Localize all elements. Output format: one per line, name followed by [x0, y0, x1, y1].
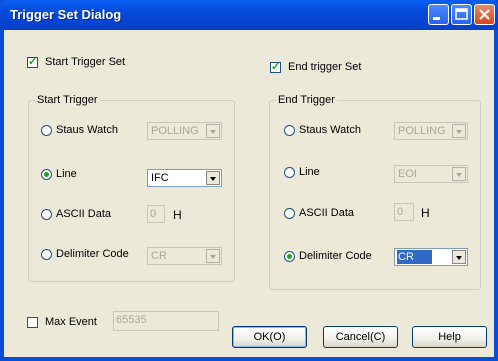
chevron-down-icon	[206, 124, 220, 138]
start-trigger-group-title: Start Trigger	[35, 94, 100, 106]
chevron-down-icon[interactable]	[206, 171, 220, 185]
start-trigger-set-checkbox[interactable]	[27, 55, 38, 68]
end-ascii-data-label: ASCII Data	[299, 207, 355, 219]
window-border-right	[494, 30, 498, 361]
dialog-window: Trigger Set Dialog Start Trigger Set End…	[0, 0, 498, 361]
minimize-button[interactable]	[428, 4, 449, 25]
max-event-checkbox[interactable]	[27, 317, 38, 328]
start-delimiter-code-label: Delimiter Code	[56, 248, 129, 260]
start-staus-watch-label: Staus Watch	[56, 124, 118, 136]
window-border-bottom	[0, 357, 498, 361]
start-ascii-data-input: 0	[147, 205, 165, 223]
start-staus-watch-radio[interactable]	[41, 125, 52, 136]
end-line-select: EOI	[394, 165, 468, 183]
end-trigger-set-label: End trigger Set	[288, 61, 362, 73]
end-trigger-set-checkbox[interactable]	[270, 60, 281, 73]
dialog-client-area: Start Trigger Set End trigger Set Start …	[4, 30, 494, 357]
chevron-down-icon	[452, 167, 466, 181]
ok-button[interactable]: OK(O)	[232, 326, 307, 348]
end-delimiter-code-radio[interactable]	[284, 251, 295, 262]
end-trigger-group: End Trigger Staus Watch POLLING Line EOI…	[269, 94, 481, 290]
chevron-down-icon[interactable]	[452, 250, 466, 264]
start-ascii-data-radio[interactable]	[41, 209, 52, 220]
close-button[interactable]	[474, 4, 495, 25]
end-delimiter-code-select[interactable]: CR	[394, 248, 468, 266]
start-staus-watch-select: POLLING	[147, 122, 222, 140]
start-line-select[interactable]: IFC	[147, 169, 222, 187]
start-ascii-hex-suffix: H	[173, 208, 182, 222]
end-ascii-data-radio[interactable]	[284, 208, 295, 219]
minimize-icon	[433, 17, 440, 20]
start-delimiter-code-radio[interactable]	[41, 249, 52, 260]
chevron-down-icon	[206, 249, 220, 263]
end-ascii-data-input: 0	[394, 203, 414, 221]
start-trigger-set-label: Start Trigger Set	[45, 56, 126, 68]
start-trigger-group: Start Trigger Staus Watch POLLING Line I…	[28, 94, 235, 282]
start-line-radio[interactable]	[41, 169, 52, 180]
max-event-input: 65535	[113, 311, 219, 331]
help-button[interactable]: Help	[412, 326, 487, 348]
end-staus-watch-radio[interactable]	[284, 125, 295, 136]
window-title: Trigger Set Dialog	[10, 7, 122, 22]
end-staus-watch-select: POLLING	[394, 122, 468, 140]
end-line-radio[interactable]	[284, 167, 295, 178]
title-bar[interactable]: Trigger Set Dialog	[0, 0, 498, 30]
maximize-icon	[455, 8, 468, 20]
end-staus-watch-label: Staus Watch	[299, 124, 361, 136]
start-line-label: Line	[56, 168, 77, 180]
start-ascii-data-label: ASCII Data	[56, 208, 112, 220]
end-trigger-group-title: End Trigger	[276, 94, 337, 106]
maximize-button[interactable]	[451, 4, 472, 25]
end-line-label: Line	[299, 166, 320, 178]
start-delimiter-code-select: CR	[147, 247, 222, 265]
end-ascii-hex-suffix: H	[421, 206, 430, 220]
cancel-button[interactable]: Cancel(C)	[323, 326, 398, 348]
chevron-down-icon	[452, 124, 466, 138]
end-delimiter-code-label: Delimiter Code	[299, 250, 372, 262]
max-event-label: Max Event	[45, 316, 97, 328]
close-icon	[479, 9, 490, 20]
